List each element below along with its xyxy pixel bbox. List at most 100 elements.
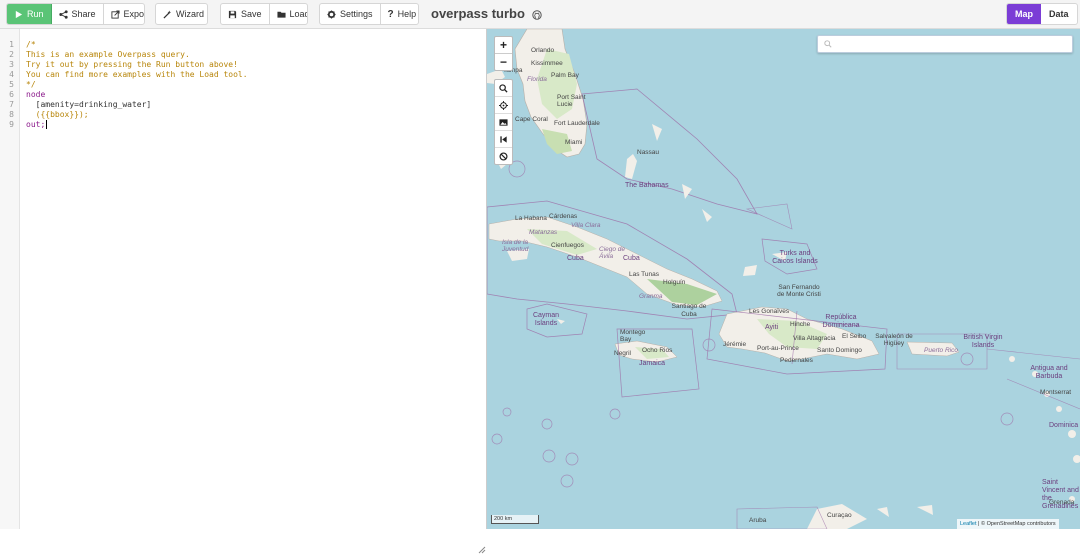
- leaflet-link[interactable]: Leaflet: [960, 521, 977, 527]
- github-icon[interactable]: [531, 9, 542, 20]
- map-label: Ocho Rios: [642, 347, 673, 354]
- export-button[interactable]: Export: [104, 4, 144, 24]
- export-image-button[interactable]: [495, 114, 512, 131]
- map-view[interactable]: Orlando Kissimmee Tampa Florida Palm Bay…: [487, 29, 1080, 529]
- save-button[interactable]: Save: [221, 4, 270, 24]
- code-line: ({{bbox}});: [26, 110, 89, 119]
- osm-attribution-text[interactable]: | © OpenStreetMap contributors: [978, 521, 1056, 527]
- line-number: 7: [9, 100, 14, 109]
- map-label: Port-au-Prince: [757, 345, 799, 352]
- settings-label: Settings: [340, 9, 373, 19]
- map-label: Villa Altagracia: [793, 335, 836, 342]
- line-number: 8: [9, 110, 14, 119]
- map-label: Matanzas: [529, 229, 558, 236]
- map-label: Cienfuegos: [551, 242, 584, 249]
- map-label: Granma: [639, 293, 663, 300]
- map-label: Dominica: [1049, 422, 1079, 429]
- query-editor[interactable]: 1 2 3 4 5 6 7 8 9 /* This is an example …: [0, 29, 487, 554]
- share-label: Share: [71, 9, 96, 19]
- map-label: Montserrat: [1040, 389, 1072, 396]
- tab-map[interactable]: Map: [1007, 4, 1041, 24]
- search-location-button[interactable]: [495, 80, 512, 97]
- gear-icon: [327, 9, 336, 19]
- run-button[interactable]: Run: [7, 4, 52, 24]
- play-icon: [15, 10, 23, 18]
- map-tools: [494, 79, 513, 165]
- resize-handle-icon[interactable]: [478, 546, 486, 554]
- line-number: 6: [9, 90, 14, 99]
- map-label: Orlando: [531, 47, 555, 54]
- ban-icon: [499, 151, 508, 161]
- app-title: overpass turbo: [431, 6, 542, 21]
- line-number: 5: [9, 80, 14, 89]
- map-label: Negril: [614, 350, 631, 357]
- wizard-button-group: Wizard: [155, 3, 208, 25]
- toolbar: Run Share Export Wizard Save Load Settin…: [0, 0, 1080, 29]
- zoom-to-data-button[interactable]: [495, 131, 512, 148]
- view-tabs: Map Data: [1006, 3, 1078, 25]
- map-label: Salvaleón de Higüey: [875, 333, 913, 347]
- map-label: Jamaica: [639, 360, 666, 367]
- code-line: */: [26, 80, 36, 89]
- map-label: Holguín: [663, 279, 686, 286]
- zoom-out-button[interactable]: −: [495, 54, 512, 70]
- map-label: Santiago de Cuba: [671, 303, 707, 318]
- picture-icon: [499, 118, 508, 126]
- map-label: Villa Clara: [571, 222, 601, 229]
- map-label: Grenada: [1049, 499, 1075, 506]
- wizard-button[interactable]: Wizard: [156, 4, 207, 24]
- file-button-group: Save Load: [220, 3, 308, 25]
- map-label: Fort Lauderdale: [554, 120, 600, 127]
- search-icon: [824, 40, 832, 48]
- map-label: Port Saint Lucie: [557, 94, 586, 108]
- map-label: British Virgin Islands: [963, 334, 1003, 349]
- map-attribution: Leaflet | © OpenStreetMap contributors: [957, 519, 1059, 529]
- wizard-label: Wizard: [176, 9, 205, 19]
- question-icon: ?: [387, 8, 394, 20]
- code-line-last: out;: [26, 120, 48, 130]
- map-label: San Fernando de Monte Cristi: [777, 284, 821, 298]
- map-label: Miami: [565, 139, 583, 146]
- map-search-input[interactable]: [817, 35, 1073, 53]
- share-button[interactable]: Share: [52, 4, 104, 24]
- code-line: node: [26, 90, 46, 99]
- map-label: Ayiti: [765, 324, 779, 331]
- map-label: Cayman Islands: [532, 312, 560, 327]
- map-label: Palm Bay: [551, 72, 579, 79]
- code-line: You can find more examples with the Load…: [26, 70, 248, 79]
- locate-button[interactable]: [495, 97, 512, 114]
- map-label: Santo Domingo: [817, 347, 862, 354]
- tab-data[interactable]: Data: [1041, 4, 1077, 24]
- map-label: Kissimmee: [531, 60, 563, 67]
- run-label: Run: [27, 9, 44, 19]
- search-icon: [499, 83, 508, 93]
- app-title-text: overpass turbo: [431, 6, 525, 21]
- map-label: Antigua and Barbuda: [1030, 365, 1068, 380]
- line-number: 1: [9, 40, 14, 49]
- zoom-control: + −: [494, 36, 513, 71]
- settings-button[interactable]: Settings: [320, 4, 381, 24]
- map-label: The Bahamas: [625, 182, 669, 189]
- query-button-group: Run Share Export: [6, 3, 145, 25]
- map-label: Isla de la Juventud: [502, 239, 529, 253]
- line-number: 3: [9, 60, 14, 69]
- save-label: Save: [241, 9, 262, 19]
- settings-button-group: Settings ? Help: [319, 3, 419, 25]
- map-label: Florida: [527, 76, 547, 83]
- map-label: Las Tunas: [629, 271, 659, 278]
- help-button[interactable]: ? Help: [381, 4, 418, 24]
- code-line: This is an example Overpass query.: [26, 50, 190, 59]
- map-label: Les Gonaïves: [749, 308, 790, 315]
- load-button[interactable]: Load: [270, 4, 308, 24]
- map-label: El Seibo: [842, 333, 867, 340]
- share-icon: [58, 9, 68, 19]
- hide-data-button[interactable]: [495, 148, 512, 164]
- folder-icon: [276, 11, 286, 18]
- map-label: Hinche: [790, 321, 811, 328]
- line-number: 2: [9, 50, 14, 59]
- load-label: Load: [289, 9, 308, 19]
- zoom-in-button[interactable]: +: [495, 37, 512, 54]
- map-label: Nassau: [637, 149, 660, 156]
- skip-back-icon: [500, 135, 507, 143]
- map-label: Cárdenas: [549, 213, 578, 220]
